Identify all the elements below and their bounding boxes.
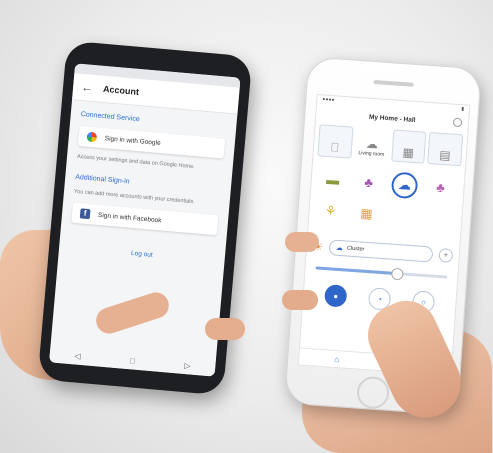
right-finger-lower (282, 290, 318, 310)
room-icon: ⎕ (330, 140, 340, 155)
facebook-icon: f (79, 208, 91, 220)
device-icon[interactable]: ▬ (319, 166, 347, 192)
mode-label: Cluster (346, 245, 365, 253)
battery-icon: ▮ (461, 106, 465, 113)
right-finger-upper (285, 232, 319, 252)
room-title: My Home - Hall (368, 113, 416, 124)
room-tab-label: Living room (358, 150, 385, 158)
photo-scene: ← Account Connected Service Sign in with… (0, 0, 493, 453)
room-tab-1[interactable]: ⎕ (317, 124, 354, 159)
room-icon: ▦ (402, 145, 415, 160)
slider-knob[interactable] (390, 267, 404, 281)
nav-recents-icon[interactable]: ▷ (184, 361, 191, 371)
google-icon (86, 131, 98, 143)
home-button[interactable] (355, 375, 391, 410)
device-icon[interactable]: ▦ (353, 201, 381, 227)
add-button[interactable]: + (438, 247, 454, 263)
device-icon[interactable]: ☁ (390, 171, 419, 200)
iphone-speaker (373, 79, 414, 87)
android-phone: ← Account Connected Service Sign in with… (37, 40, 253, 396)
account-title: Account (102, 83, 140, 97)
device-icon[interactable]: ♣ (355, 169, 383, 195)
room-tab-living-room[interactable]: ☁ Living room (354, 126, 390, 162)
nav-home-icon[interactable]: □ (130, 356, 136, 365)
device-icon[interactable]: ⚘ (317, 198, 345, 224)
nav-back-icon[interactable]: ◁ (74, 351, 81, 361)
google-sign-in-label: Sign in with Google (104, 134, 161, 147)
power-button[interactable]: ● (323, 284, 348, 308)
air-conditioner-icon: ☁ (365, 136, 379, 152)
device-grid: ▬ ♣ ☁ ♣ ⚘ ▦ (308, 158, 465, 240)
facebook-sign-in-label: Sign in with Facebook (97, 211, 162, 224)
room-tab-3[interactable]: ▦ (390, 129, 427, 164)
settings-icon[interactable] (452, 117, 463, 128)
home-tab-icon[interactable]: ⌂ (334, 354, 339, 363)
cloud-icon: ☁ (335, 244, 344, 253)
back-arrow-icon[interactable]: ← (81, 80, 98, 95)
room-icon: ▤ (438, 147, 452, 163)
android-nav-bar: ◁ □ ▷ (49, 344, 217, 377)
mode-selector[interactable]: ☁ Cluster (328, 239, 434, 263)
left-finger (205, 318, 245, 340)
device-icon[interactable]: ♣ (427, 174, 455, 200)
room-tab-4[interactable]: ▤ (427, 131, 464, 167)
